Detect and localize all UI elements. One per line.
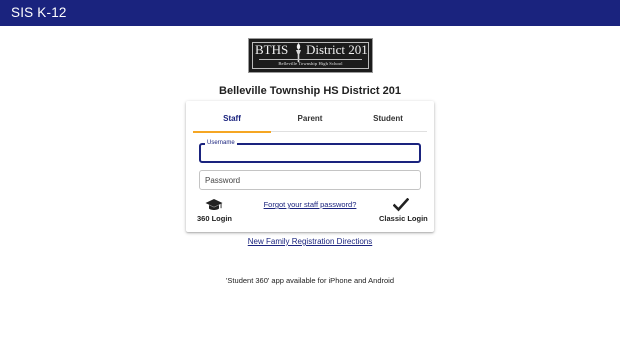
graduation-cap-icon [205, 199, 223, 210]
username-field[interactable]: Username [199, 138, 421, 163]
logo-divider [259, 59, 362, 60]
logo-right-text: District 201 [306, 42, 368, 57]
app-title: SIS K-12 [11, 5, 67, 20]
login-tabs: Staff Parent Student [193, 108, 427, 133]
login-360-label: 360 Login [197, 214, 233, 223]
app-availability-note: 'Student 360' app available for iPhone a… [226, 276, 394, 285]
classic-login-button[interactable]: Classic Login [379, 198, 428, 223]
login-card: Staff Parent Student Username Password 3… [186, 101, 434, 232]
forgot-password-link[interactable]: Forgot your staff password? [256, 200, 364, 209]
new-family-registration: New Family Registration Directions [0, 237, 620, 246]
new-family-link[interactable]: New Family Registration Directions [248, 237, 372, 246]
password-field[interactable]: Password [199, 170, 421, 190]
tab-student[interactable]: Student [349, 108, 427, 132]
district-logo: BTHS District 201 Belleville Township Hi… [248, 38, 373, 73]
logo-left-text: BTHS [255, 42, 289, 57]
classic-login-label: Classic Login [379, 214, 428, 223]
tab-staff[interactable]: Staff [193, 108, 271, 132]
tab-parent[interactable]: Parent [271, 108, 349, 132]
login-360-button[interactable]: 360 Login [197, 198, 233, 223]
logo-subtitle: Belleville Township High School [278, 61, 343, 66]
top-app-bar: SIS K-12 [0, 0, 620, 26]
active-tab-indicator [193, 131, 271, 133]
district-heading: Belleville Township HS District 201 [219, 85, 401, 97]
checkmark-icon [393, 198, 409, 212]
password-input[interactable] [200, 171, 420, 189]
username-input[interactable] [201, 145, 419, 161]
